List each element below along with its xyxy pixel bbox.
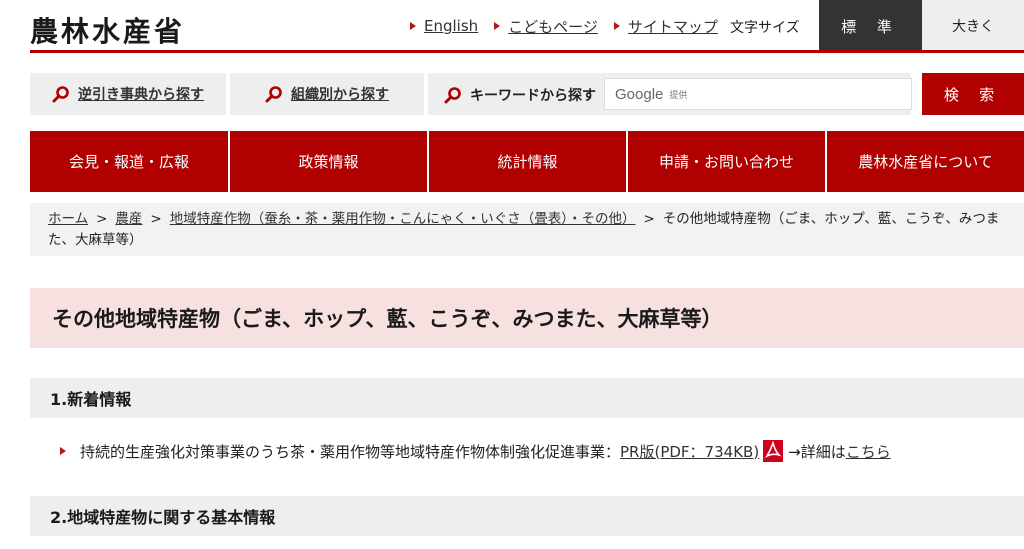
nav-statistics[interactable]: 統計情報 [429, 131, 628, 192]
nav-application-inquiry[interactable]: 申請・お問い合わせ [628, 131, 827, 192]
news-list-item: 持続的生産強化対策事業のうち茶・薬用作物等地域特産作物体制強化促進事業： PR版… [60, 440, 891, 462]
nav-about-ministry[interactable]: 農林水産省について [827, 131, 1024, 192]
english-link[interactable]: English [410, 17, 478, 35]
kids-page-link-label[interactable]: こどもページ [508, 16, 598, 37]
sitemap-link[interactable]: サイトマップ [613, 16, 718, 37]
search-submit-button[interactable]: 検 索 [922, 73, 1024, 115]
breadcrumb-separator: > [643, 211, 655, 227]
breadcrumb-agriculture[interactable]: 農産 [115, 211, 142, 227]
breadcrumb-separator: > [150, 211, 162, 227]
triangle-bullet-icon [410, 22, 416, 30]
site-header: 農林水産省 English こどもページ サイトマップ 文字サイズ 標 準 大き… [0, 0, 1024, 53]
triangle-bullet-icon [613, 22, 620, 30]
org-search-button[interactable]: 組織別から探す [230, 73, 424, 115]
reverse-dictionary-label[interactable]: 逆引き事典から探す [78, 84, 204, 104]
google-provided-text: 提供 [669, 90, 688, 101]
font-standard-button[interactable]: 標 準 [819, 0, 922, 52]
detail-here-link[interactable]: こちら [846, 441, 891, 462]
pr-pdf-link[interactable]: PR版(PDF：734KB) [620, 441, 759, 462]
keyword-search-label: キーワードから探す [444, 85, 596, 105]
nav-press-release[interactable]: 会見・報道・広報 [30, 131, 230, 192]
breadcrumb-regional-crops[interactable]: 地域特産作物（蚕糸・茶・薬用作物・こんにゃく・いぐさ（畳表）・その他） [170, 211, 636, 227]
org-search-label[interactable]: 組織別から探す [291, 84, 389, 104]
pdf-icon [763, 440, 784, 462]
keyword-search-input[interactable]: Google 提供 [604, 78, 912, 110]
section-heading-basic-info: 2.地域特産物に関する基本情報 [30, 496, 1024, 536]
font-size-label: 文字サイズ [730, 20, 800, 36]
keyword-search-box: キーワードから探す Google 提供 [428, 73, 912, 115]
news-item-text: 持続的生産強化対策事業のうち茶・薬用作物等地域特産作物体制強化促進事業： [80, 442, 621, 461]
breadcrumb-separator: > [96, 211, 108, 227]
kids-page-link[interactable]: こどもページ [494, 16, 598, 37]
detail-arrow-text: →詳細は [788, 442, 846, 461]
reverse-dictionary-search-button[interactable]: 逆引き事典から探す [30, 73, 226, 115]
breadcrumb: ホーム > 農産 > 地域特産作物（蚕糸・茶・薬用作物・こんにゃく・いぐさ（畳表）・その… [30, 203, 1024, 256]
search-row: 逆引き事典から探す 組織別から探す キーワードから探す Google 提供 検 … [30, 73, 1024, 115]
section-heading-news: 1.新着情報 [30, 378, 1024, 418]
header-divider [30, 50, 1024, 53]
triangle-bullet-icon [60, 447, 66, 455]
search-icon [444, 86, 462, 104]
google-branding-text: Google [615, 85, 664, 103]
page-title: その他地域特産物（ごま、ホップ、藍、こうぞ、みつまた、大麻草等） [52, 307, 723, 331]
search-icon [265, 85, 283, 103]
english-link-label[interactable]: English [424, 17, 478, 35]
triangle-bullet-icon [494, 22, 501, 30]
page-title-box: その他地域特産物（ごま、ホップ、藍、こうぞ、みつまた、大麻草等） [30, 288, 1024, 348]
font-large-button[interactable]: 大きく [922, 0, 1024, 52]
global-nav: 会見・報道・広報 政策情報 統計情報 申請・お問い合わせ 農林水産省について [30, 131, 1024, 192]
keyword-search-text: キーワードから探す [470, 88, 596, 104]
site-logo[interactable]: 農林水産省 [30, 10, 185, 50]
nav-policy-info[interactable]: 政策情報 [230, 131, 429, 192]
sitemap-link-label[interactable]: サイトマップ [628, 16, 718, 37]
search-icon [52, 85, 70, 103]
breadcrumb-home[interactable]: ホーム [48, 211, 88, 227]
header-utility-links: English こどもページ サイトマップ [410, 0, 734, 52]
